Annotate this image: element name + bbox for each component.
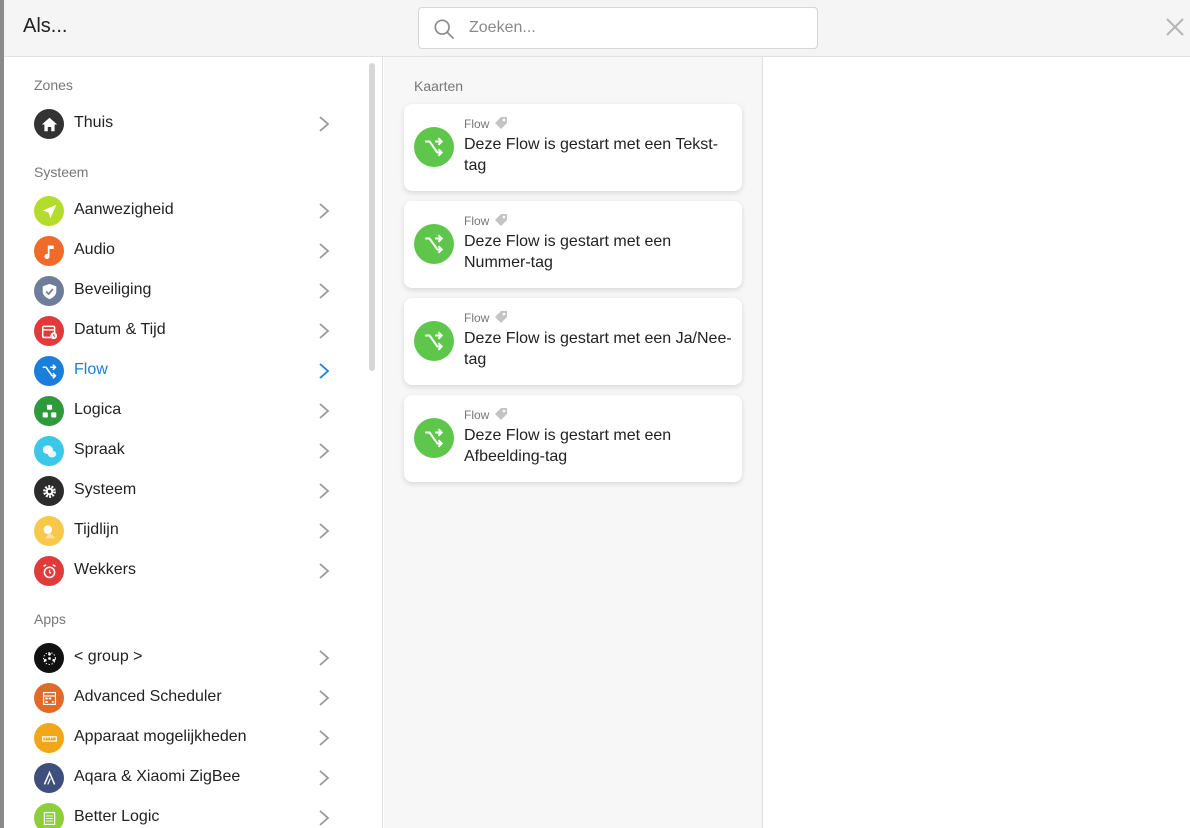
section-title-apps: Apps [34,611,66,627]
search-icon [434,19,454,39]
chevron-right-icon [319,323,330,339]
sidebar-item-label: Audio [74,241,115,258]
sidebar-item-apparaat-mogelijkheden[interactable]: Apparaat mogelijkheden [4,718,364,758]
sidebar-item-label: Wekkers [74,561,136,578]
flow-card[interactable]: Flow Deze Flow is gestart met een Afbeel… [404,395,742,482]
flow-shuffle-icon [414,321,454,361]
flow-shuffle-icon [414,224,454,264]
chevron-right-icon [319,403,330,419]
sidebar-item-label: Aqara & Xiaomi ZigBee [74,768,241,785]
card-text: Deze Flow is gestart met een Nummer-tag [464,233,672,271]
sidebar-item-spraak[interactable]: Spraak [4,431,364,471]
close-icon[interactable] [1165,17,1185,37]
section-title-systeem: Systeem [34,164,89,180]
location-arrow-icon [34,196,64,226]
sidebar-item-wekkers[interactable]: Wekkers [4,551,364,591]
chevron-right-icon [319,203,330,219]
chevron-right-icon [319,283,330,299]
category-sidebar: Zones Thuis Systeem Aanwezigheid Audio B… [4,57,383,828]
section-title-zones: Zones [34,77,73,93]
chevron-right-icon [319,650,330,666]
sidebar-item-label: Beveiliging [74,281,152,298]
better-logic-icon [34,803,64,828]
card-category: Flow [464,311,490,325]
sidebar-scrollbar[interactable] [369,63,375,371]
chevron-right-icon [319,443,330,459]
chevron-right-icon [319,563,330,579]
tag-icon [495,117,507,129]
sidebar-item-label: Spraak [74,441,125,458]
sidebar-item-aanwezigheid[interactable]: Aanwezigheid [4,191,364,231]
speech-bubbles-icon [34,436,64,466]
flow-card[interactable]: Flow Deze Flow is gestart met een Nummer… [404,201,742,288]
sidebar-item-aqara-xiaomi[interactable]: Aqara & Xiaomi ZigBee [4,758,364,798]
home-icon [34,109,64,139]
sidebar-item-label: Tijdlijn [74,521,119,538]
sidebar-item-beveiliging[interactable]: Beveiliging [4,271,364,311]
cards-panel: Kaarten Flow Deze Flow is gestart met ee… [384,57,763,828]
sidebar-item-group[interactable]: < group > [4,638,364,678]
scheduler-icon [34,683,64,713]
chevron-right-icon [319,810,330,826]
music-note-icon [34,236,64,266]
sidebar-item-label: Thuis [74,114,114,131]
chevron-right-icon [319,116,330,132]
flow-card[interactable]: Flow Deze Flow is gestart met een Ja/Nee… [404,298,742,385]
sidebar-item-label: Aanwezigheid [74,201,174,218]
sidebar-item-label: Systeem [74,481,137,498]
logic-blocks-icon [34,396,64,426]
sidebar-item-flow[interactable]: Flow [4,351,364,391]
flow-shuffle-icon [34,356,64,386]
group-dots-icon [34,643,64,673]
tag-icon [495,311,507,323]
search-box[interactable] [418,7,818,49]
chevron-right-icon [319,770,330,786]
sidebar-item-label: Advanced Scheduler [74,688,222,705]
sidebar-item-label: Logica [74,401,122,418]
card-picker-modal: Als... Zones Thuis Systeem [4,0,1190,828]
card-category: Flow [464,408,490,422]
card-text: Deze Flow is gestart met een Ja/Nee-tag [464,330,732,368]
card-text: Deze Flow is gestart met een Tekst-tag [464,136,719,174]
calendar-clock-icon [34,316,64,346]
sidebar-item-label: Flow [74,361,108,378]
card-category: Flow [464,117,490,131]
alarm-clock-icon [34,556,64,586]
chevron-right-icon [319,730,330,746]
tag-icon [495,214,507,226]
sidebar-item-thuis[interactable]: Thuis [4,104,364,144]
card-category: Flow [464,214,490,228]
chevron-right-icon [319,690,330,706]
aqara-icon [34,763,64,793]
tag-icon [495,408,507,420]
sidebar-item-label: < group > [74,648,143,665]
modal-title: Als... [23,15,68,37]
cards-section-title: Kaarten [414,78,464,94]
chevron-right-icon [319,363,330,379]
flow-shuffle-icon [414,418,454,458]
detail-panel [764,57,1190,828]
sidebar-item-label: Datum & Tijd [74,321,166,338]
shield-icon [34,276,64,306]
gear-icon [34,476,64,506]
sidebar-item-systeem[interactable]: Systeem [4,471,364,511]
sidebar-item-audio[interactable]: Audio [4,231,364,271]
sidebar-item-logica[interactable]: Logica [4,391,364,431]
flow-card[interactable]: Flow Deze Flow is gestart met een Tekst-… [404,104,742,191]
card-text: Deze Flow is gestart met een Afbeelding-… [464,427,672,465]
modal-header: Als... [4,0,1190,57]
chevron-right-icon [319,243,330,259]
search-input[interactable] [469,16,799,40]
sidebar-item-label: Apparaat mogelijkheden [74,728,247,745]
timeline-icon [34,516,64,546]
flow-shuffle-icon [414,127,454,167]
sidebar-item-better-logic[interactable]: Better Logic [4,798,364,828]
chevron-right-icon [319,483,330,499]
ruler-icon [34,723,64,753]
chevron-right-icon [319,523,330,539]
sidebar-item-tijdlijn[interactable]: Tijdlijn [4,511,364,551]
sidebar-item-advanced-scheduler[interactable]: Advanced Scheduler [4,678,364,718]
sidebar-item-datum-tijd[interactable]: Datum & Tijd [4,311,364,351]
sidebar-item-label: Better Logic [74,808,160,825]
